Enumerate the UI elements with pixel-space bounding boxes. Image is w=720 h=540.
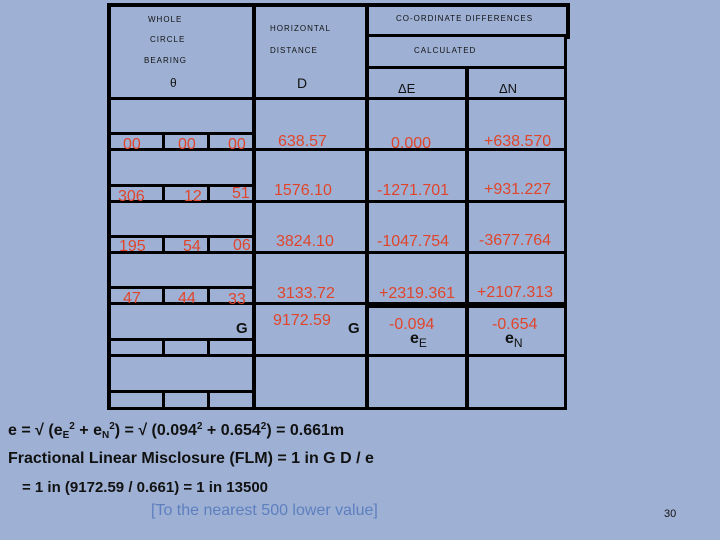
- misclosure-n-label: eN: [505, 330, 523, 350]
- dms-divider: [207, 287, 210, 304]
- row2-delta-n: +931.227: [484, 181, 552, 198]
- row4-seconds: 33: [228, 291, 246, 308]
- flm-result: = 1 in (9172.59 / 0.661) = 1 in 13500: [22, 479, 268, 496]
- row3-minutes: 54: [183, 238, 201, 255]
- header-line-coord: [366, 34, 569, 37]
- row1-delta-e: 0.000: [391, 135, 432, 152]
- table-border-bottom: [108, 407, 567, 410]
- flm-definition: Fractional Linear Misclosure (FLM) = 1 i…: [8, 450, 374, 467]
- row2-delta-e: -1271.701: [377, 182, 450, 199]
- header-theta: θ: [170, 76, 177, 90]
- row3-seconds: 06: [233, 237, 251, 254]
- dms-divider: [162, 133, 165, 150]
- dms-divider: [207, 236, 210, 253]
- header-calculated: CALCULATED: [414, 46, 477, 55]
- row4-delta-n: +2107.313: [477, 284, 554, 301]
- row4-top-bearing: [108, 286, 254, 289]
- header-line-calc: [366, 66, 566, 69]
- row1-seconds: 00: [228, 136, 246, 153]
- dms-divider: [162, 185, 165, 202]
- dms-divider: [162, 339, 165, 356]
- row4-delta-e: +2319.361: [379, 285, 456, 302]
- row2-distance: 1576.10: [274, 182, 332, 199]
- row6-top-bearing: [108, 390, 254, 393]
- row2-bottom: [108, 200, 567, 203]
- row1-minutes: 00: [178, 136, 196, 153]
- row2-degrees: 306: [118, 188, 145, 205]
- header-horizontal: HORIZONTAL: [270, 24, 331, 33]
- row4-minutes: 44: [178, 290, 196, 307]
- table-border-top: [108, 3, 569, 7]
- header-bearing: BEARING: [144, 56, 188, 65]
- row2-minutes: 12: [184, 188, 202, 205]
- row3-bottom: [108, 251, 567, 254]
- row1-delta-n: +638.570: [484, 133, 552, 150]
- dms-divider: [207, 185, 210, 202]
- row1-top-bearing: [108, 132, 254, 135]
- misclosure-formula: e = √ (eE2 + eN2) = √ (0.0942 + 0.6542) …: [8, 421, 345, 441]
- row3-delta-e: -1047.754: [377, 233, 450, 250]
- distance-total: 9172.59: [273, 312, 331, 329]
- row1-degrees: 00: [123, 136, 141, 153]
- divider-distance-coords: [365, 3, 369, 410]
- row3-distance: 3824.10: [276, 233, 334, 250]
- distance-sum-g: G: [348, 320, 360, 337]
- page-number: 30: [664, 508, 677, 520]
- misclosure-e-label: eE: [410, 330, 427, 350]
- header-circle: CIRCLE: [150, 35, 186, 44]
- header-delta-e: ΔE: [398, 81, 416, 96]
- header-coordinate-differences: CO-ORDINATE DIFFERENCES: [396, 14, 534, 23]
- divider-de-dn: [465, 67, 469, 410]
- rounding-note: [To the nearest 500 lower value]: [151, 502, 378, 519]
- dms-divider: [162, 287, 165, 304]
- header-bottom: [108, 97, 567, 100]
- row4-bottom-thick: [366, 305, 564, 308]
- dms-divider: [207, 339, 210, 356]
- row4-distance: 3133.72: [277, 285, 335, 302]
- header-distance: DISTANCE: [270, 46, 318, 55]
- bearing-sum-g: G: [236, 320, 248, 337]
- header-delta-n: ΔN: [499, 81, 518, 96]
- row1-distance: 638.57: [278, 133, 327, 150]
- row5-bottom: [108, 354, 567, 357]
- dms-divider: [162, 391, 165, 408]
- divider-bearing-distance: [252, 3, 256, 410]
- row4-degrees: 47: [123, 290, 141, 307]
- row3-delta-n: -3677.764: [479, 232, 552, 249]
- row2-seconds: 51: [232, 185, 250, 202]
- dms-divider: [207, 133, 210, 150]
- row5-top-bearing: [108, 338, 254, 341]
- dms-divider: [162, 236, 165, 253]
- row3-degrees: 195: [119, 238, 146, 255]
- dms-divider: [207, 391, 210, 408]
- header-whole: WHOLE: [148, 15, 183, 24]
- header-d-symbol: D: [297, 75, 308, 91]
- table-border-left: [107, 3, 111, 410]
